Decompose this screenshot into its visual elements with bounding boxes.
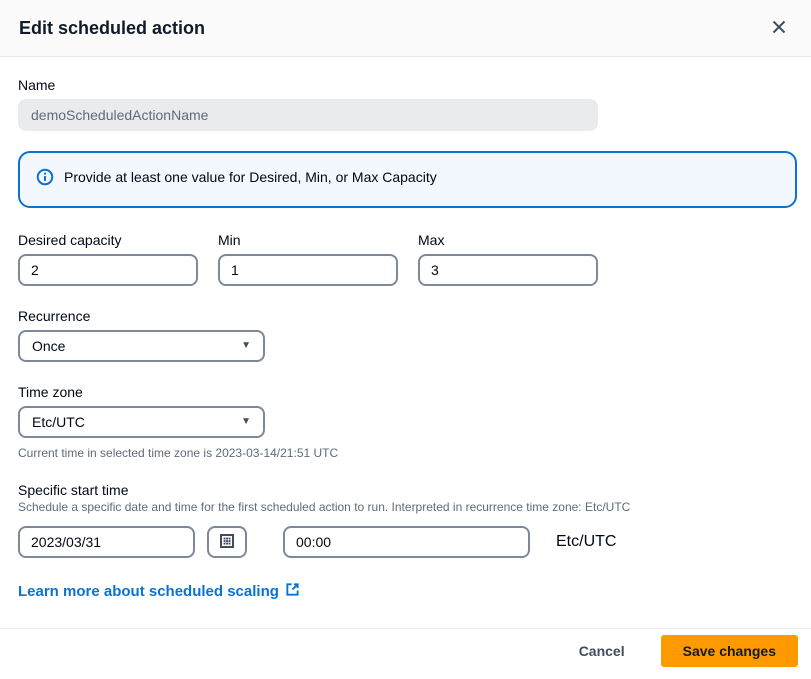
capacity-fields-row: Desired capacity Min Max (18, 232, 793, 286)
chevron-down-icon: ▼ (241, 341, 251, 351)
modal-footer: Cancel Save changes (0, 628, 811, 679)
timezone-selected-value: Etc/UTC (32, 414, 85, 430)
desired-capacity-label: Desired capacity (18, 232, 198, 248)
timezone-select[interactable]: Etc/UTC ▼ (18, 406, 265, 438)
modal-header: Edit scheduled action (0, 0, 811, 57)
recurrence-select[interactable]: Once ▼ (18, 330, 265, 362)
desired-capacity-field: Desired capacity (18, 232, 198, 286)
chevron-down-icon: ▼ (241, 417, 251, 427)
timezone-label: Time zone (18, 384, 793, 400)
recurrence-field: Recurrence Once ▼ (18, 308, 793, 362)
info-alert: Provide at least one value for Desired, … (18, 151, 797, 208)
calendar-icon (219, 533, 235, 552)
desired-capacity-input[interactable] (18, 254, 198, 286)
info-icon (36, 168, 54, 191)
name-label: Name (18, 77, 793, 93)
timezone-field: Time zone Etc/UTC ▼ Current time in sele… (18, 384, 793, 460)
min-capacity-field: Min (218, 232, 398, 286)
max-capacity-field: Max (418, 232, 598, 286)
modal-body: Name Provide at least one value for Desi… (0, 57, 811, 628)
min-capacity-input[interactable] (218, 254, 398, 286)
name-input (18, 99, 598, 131)
close-button[interactable] (767, 15, 791, 42)
modal-title: Edit scheduled action (19, 18, 205, 39)
timezone-helper-text: Current time in selected time zone is 20… (18, 446, 793, 460)
start-time-inputs-row: Etc/UTC (18, 526, 793, 558)
recurrence-label: Recurrence (18, 308, 793, 324)
edit-scheduled-action-modal: Edit scheduled action Name Provide at le (0, 0, 811, 679)
max-capacity-label: Max (418, 232, 598, 248)
external-link-icon (285, 582, 300, 601)
recurrence-selected-value: Once (32, 338, 65, 354)
close-icon (771, 19, 787, 38)
start-time-timezone-label: Etc/UTC (556, 533, 616, 551)
learn-more-link-label: Learn more about scheduled scaling (18, 583, 279, 600)
max-capacity-input[interactable] (418, 254, 598, 286)
start-date-input[interactable] (18, 526, 195, 558)
min-capacity-label: Min (218, 232, 398, 248)
learn-more-link[interactable]: Learn more about scheduled scaling (18, 582, 300, 601)
start-time-description: Schedule a specific date and time for th… (18, 500, 793, 514)
alert-message: Provide at least one value for Desired, … (64, 168, 437, 185)
start-hour-input[interactable] (283, 526, 530, 558)
cancel-button[interactable]: Cancel (571, 637, 633, 665)
calendar-picker-button[interactable] (207, 526, 247, 558)
start-time-field: Specific start time Schedule a specific … (18, 482, 793, 558)
start-time-label: Specific start time (18, 482, 793, 498)
save-changes-button[interactable]: Save changes (661, 635, 798, 667)
